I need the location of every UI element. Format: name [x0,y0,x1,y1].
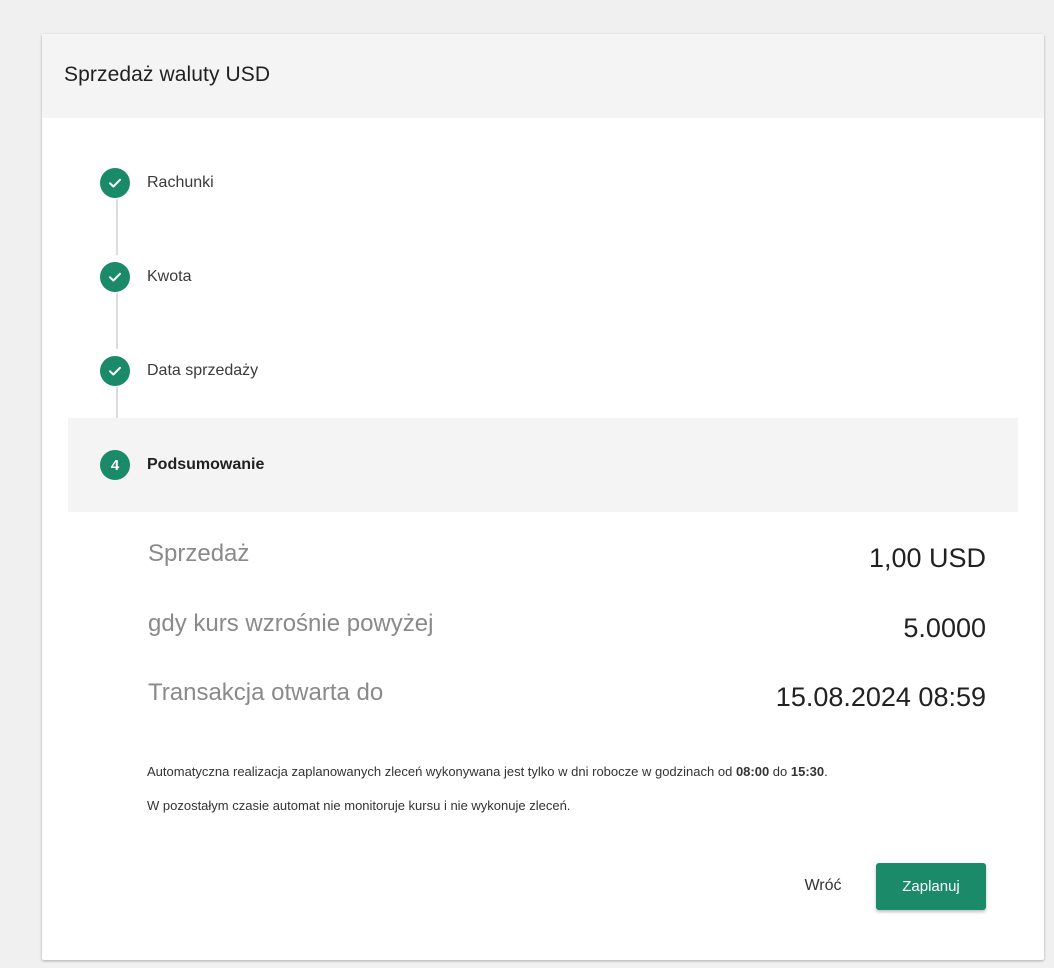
info-time-from: 08:00 [735,764,770,779]
check-icon [100,262,130,292]
step-label: Podsumowanie [147,456,265,473]
step-accounts[interactable]: Rachunki [68,136,1018,230]
step-label: Data sprzedaży [147,362,259,379]
schedule-button[interactable]: Zaplanuj [876,863,986,910]
summary-expiry-label: Transakcja otwarta do [148,679,384,706]
info-text-mid: do [769,764,791,779]
step-number-badge: 4 [100,450,130,480]
step-summary: 4 Podsumowanie [68,418,1018,512]
summary-expiry-value: 15.08.2024 08:59 [775,682,986,712]
summary-sale-value: 1,00 USD [868,543,986,573]
check-icon [100,168,130,198]
back-button[interactable]: Wróć [788,864,858,908]
sell-currency-card: Sprzedaż waluty USD Rachunki Kwota Data … [42,34,1044,960]
info-text-hours: Automatyczna realizacja zaplanowanych zl… [147,764,828,779]
check-icon [100,356,130,386]
step-amount[interactable]: Kwota [68,230,1018,324]
info-text-prefix: Automatyczna realizacja zaplanowanych zl… [147,764,736,779]
step-label: Kwota [147,268,192,285]
summary-rate-value: 5.0000 [903,613,986,643]
info-text-suffix: . [824,764,828,779]
card-header: Sprzedaż waluty USD [42,34,1044,118]
info-text-monitoring: W pozostałym czasie automat nie monitoru… [147,798,571,813]
summary-sale-label: Sprzedaż [148,540,250,567]
step-sale-date[interactable]: Data sprzedaży [68,324,1018,418]
step-label: Rachunki [147,174,214,191]
info-time-to: 15:30 [790,764,825,779]
page-title: Sprzedaż waluty USD [64,63,271,86]
summary-rate-label: gdy kurs wzrośnie powyżej [148,610,434,637]
